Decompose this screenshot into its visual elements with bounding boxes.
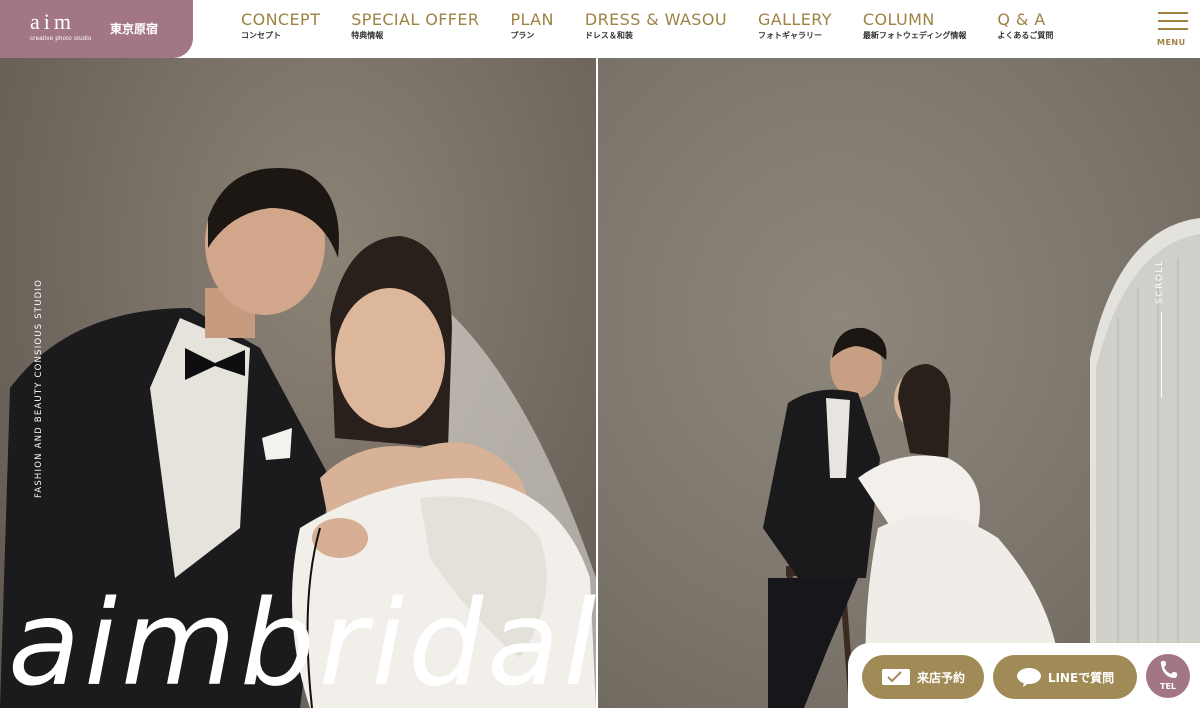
couple-seated-illustration [763,218,1200,708]
nav-sublabel: フォトギャラリー [757,31,822,40]
reservation-ticket-icon [881,669,910,685]
hamburger-icon-line [1158,20,1188,22]
visit-reservation-button[interactable]: 来店予約 [862,655,984,699]
nav-sublabel: コンセプト [241,31,281,40]
logo-mark: aim [30,9,75,34]
hamburger-icon [1158,12,1188,14]
floating-cta-bar: 来店予約 LINEで質問 TEL [848,643,1200,708]
hamburger-menu-button[interactable]: MENU [1156,12,1190,48]
nav-label: GALLERY [757,10,832,29]
line-question-label: LINEで質問 [1047,670,1115,685]
nav-sublabel: よくあるご質問 [997,31,1054,40]
hero-brand-text: aimbridal [8,574,601,708]
scroll-label: SCROLL [1155,259,1165,304]
hero-photo-couple-seated: SCROLL [598,58,1200,708]
nav-label: Q & A [997,10,1046,29]
nav-gallery[interactable]: GALLERY フォトギャラリー [758,10,832,50]
nav-label: PLAN [510,10,554,29]
nav-sublabel: ドレス＆和装 [584,31,633,40]
menu-label: MENU [1157,38,1186,47]
logo-location: 東京原宿 [110,22,159,36]
visit-reservation-label: 来店予約 [916,670,965,685]
hamburger-icon-line [1158,28,1188,30]
nav-label: SPECIAL OFFER [351,10,480,29]
nav-column[interactable]: COLUMN 最新フォトウェディング情報 [863,10,966,50]
main-nav: CONCEPT コンセプト SPECIAL OFFER 特典情報 PLAN プラ… [241,10,1084,50]
nav-sublabel: 特典情報 [351,31,384,40]
nav-special-offer[interactable]: SPECIAL OFFER 特典情報 [351,10,479,50]
scroll-indicator[interactable]: SCROLL [1155,258,1169,398]
nav-label: DRESS & WASOU [584,10,727,29]
logo-tagline: creative photo studio [30,36,92,42]
tel-button[interactable]: TEL [1146,654,1190,698]
nav-dress-wasou[interactable]: DRESS & WASOU ドレス＆和装 [585,10,727,50]
hero-section: FASHION AND BEAUTY CONSIOUS STUDIO SCROL… [0,58,1200,708]
nav-sublabel: プラン [510,31,535,40]
nav-qa[interactable]: Q & A よくあるご質問 [997,10,1053,50]
site-logo[interactable]: aim creative photo studio 東京原宿 [0,0,193,58]
tel-label: TEL [1159,682,1177,691]
line-chat-icon [1016,668,1041,687]
line-question-button[interactable]: LINEで質問 [993,655,1137,699]
nav-concept[interactable]: CONCEPT コンセプト [241,10,320,50]
nav-sublabel: 最新フォトウェディング情報 [862,31,967,40]
nav-label: CONCEPT [241,10,321,29]
nav-label: COLUMN [862,10,935,29]
site-header: aim creative photo studio 東京原宿 CONCEPT コ… [0,0,1200,58]
side-caption: FASHION AND BEAUTY CONSIOUS STUDIO [34,279,44,498]
nav-plan[interactable]: PLAN プラン [510,10,553,50]
scroll-arrow-icon [1161,312,1162,398]
